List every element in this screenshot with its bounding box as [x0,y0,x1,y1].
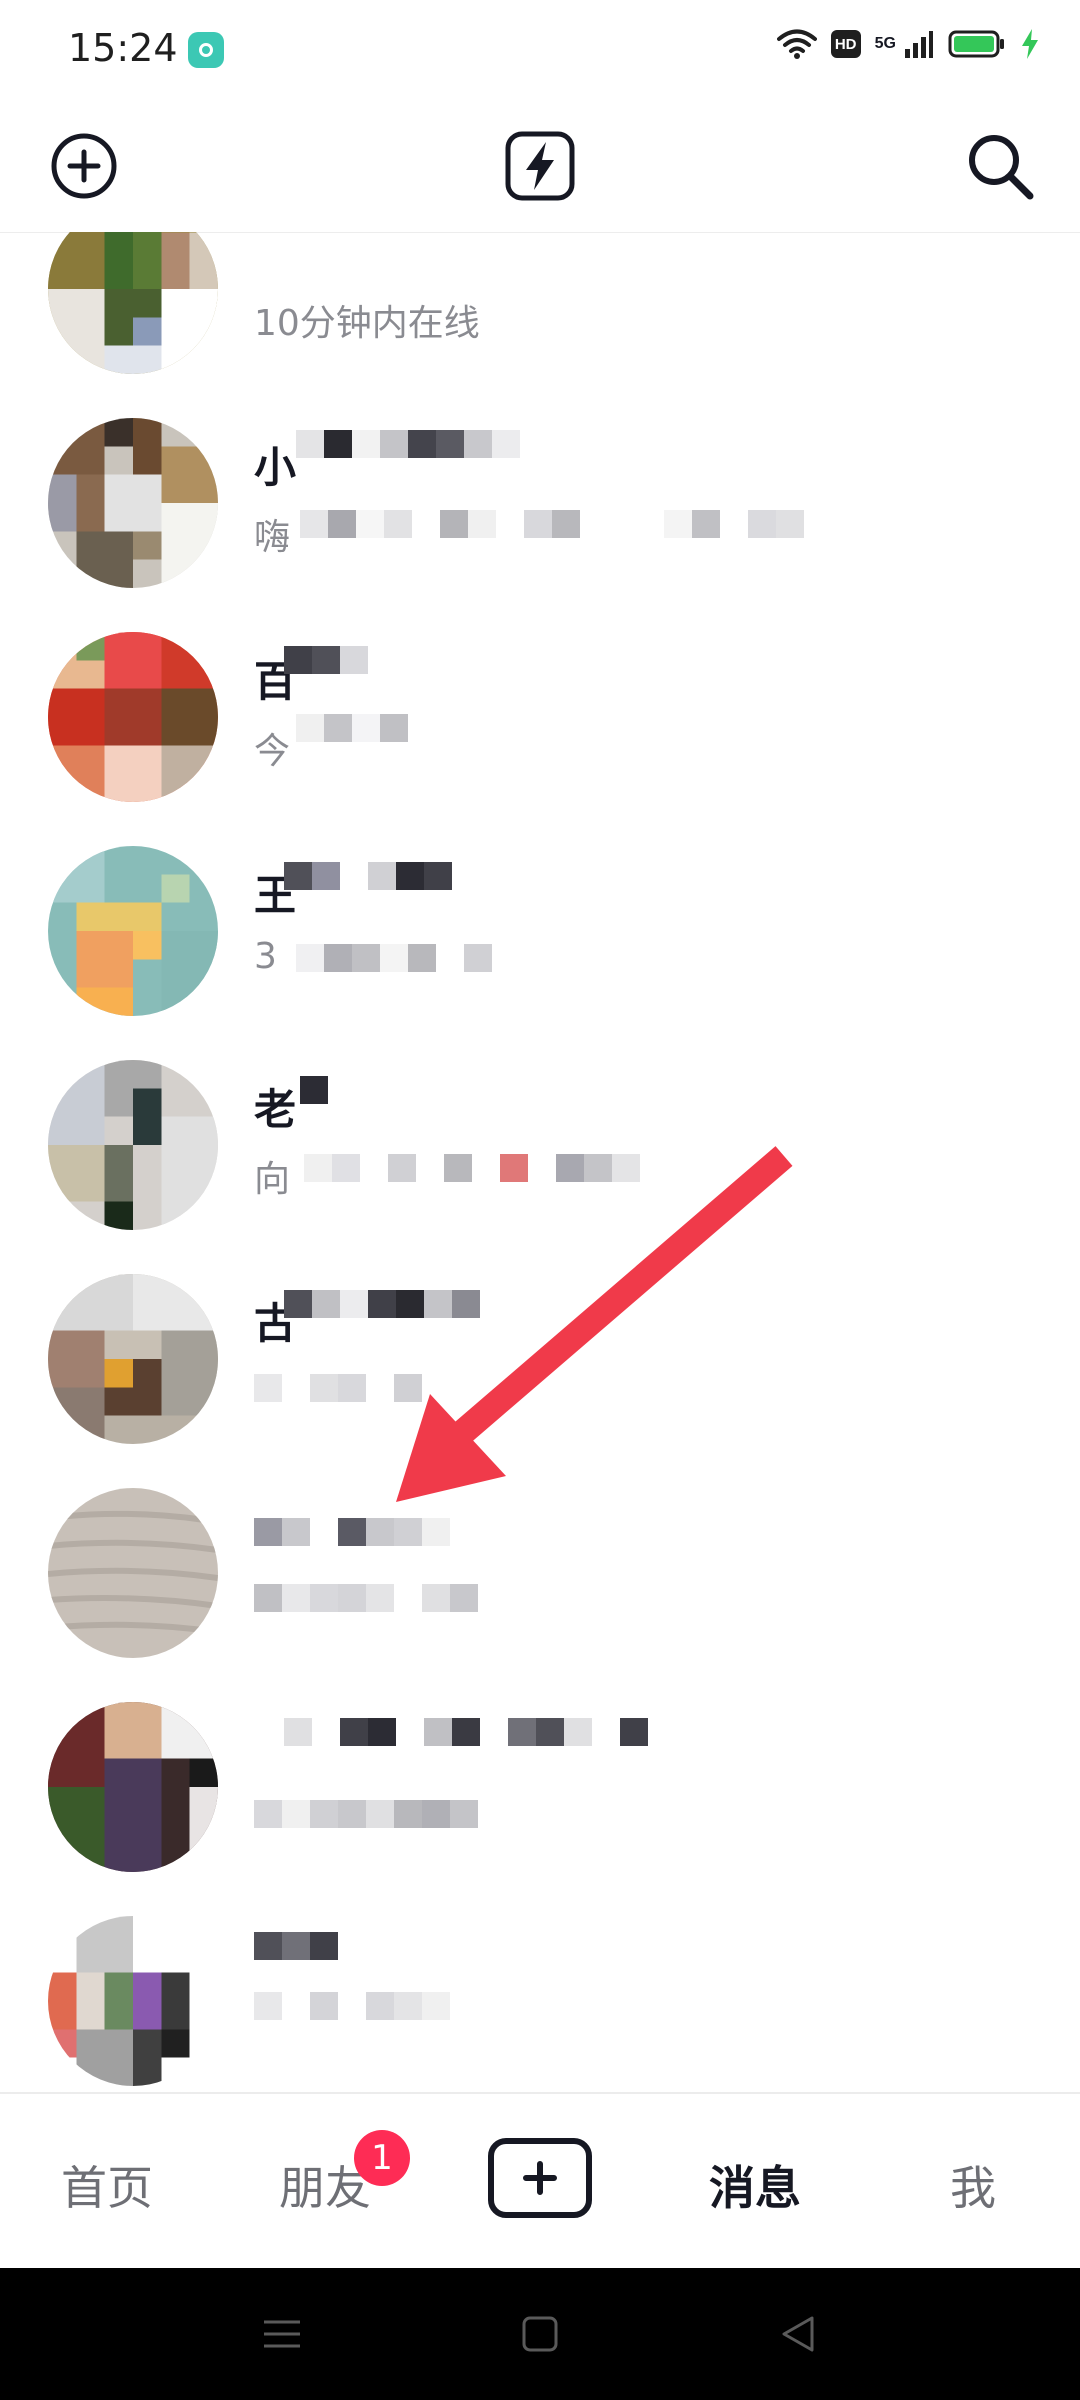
redacted-text [254,1518,450,1546]
wifi-icon [776,29,817,59]
chat-list-item[interactable]: 老 向 [0,1018,1080,1232]
add-friend-icon[interactable] [48,130,120,202]
status-icons: HD 5G [776,28,1040,60]
redacted-text [304,1154,640,1182]
chat-name: 老 [254,1085,297,1134]
plus-icon [523,2161,557,2195]
chat-list-item[interactable]: 王 3 [0,804,1080,1018]
avatar [48,418,218,588]
redacted-text [296,944,492,972]
chat-list-item[interactable] [0,1660,1080,1874]
chat-list-item[interactable] [0,1874,1080,2088]
avatar [48,1488,218,1658]
chat-list-item[interactable]: 百 今 [0,590,1080,804]
chat-subtitle: 今 [254,731,291,772]
avatar [48,1060,218,1230]
redacted-text [296,714,408,742]
tab-home[interactable]: 首页 [22,2152,192,2218]
chat-name: 小 [254,443,297,492]
redacted-text [284,1718,648,1746]
charging-icon [1022,29,1038,59]
redacted-text [254,1932,338,1960]
redacted-text [300,1076,328,1104]
avatar [48,1274,218,1444]
search-icon[interactable] [964,130,1036,202]
status-bar: 15:24 HD 5G [0,0,1080,100]
avatar [48,632,218,802]
redacted-text [296,430,520,458]
avatar [48,846,218,1016]
friends-notification-badge: 1 [354,2130,410,2186]
chat-subtitle: 3 [254,936,277,977]
app-notification-icon [188,32,224,68]
redacted-text [254,1992,450,2020]
network-type-label: 5G [874,35,896,52]
chat-list-item[interactable] [0,1446,1080,1660]
chat-subtitle: 嗨 [254,517,291,558]
cellular-signal-icon [905,31,933,58]
redacted-text [254,1584,478,1612]
avatar [48,232,218,374]
menu-icon[interactable] [256,2308,308,2360]
flash-icon[interactable] [504,130,576,202]
tab-me[interactable]: 我 [888,2152,1058,2218]
hd-icon: HD [830,30,861,58]
status-time: 15:24 [68,26,178,70]
system-navigation-bar [0,2268,1080,2400]
redacted-text [284,1290,480,1318]
tab-messages[interactable]: 消息 [670,2152,840,2218]
chat-list-item[interactable]: 小 嗨 [0,376,1080,590]
chat-subtitle: 10分钟内在线 [254,303,480,344]
top-bar [0,100,1080,233]
home-square-icon[interactable] [514,2308,566,2360]
chat-subtitle: 向 [254,1159,291,1200]
battery-icon [948,30,1004,58]
bottom-navigation: 首页 朋友 1 消息 我 [0,2092,1080,2270]
back-triangle-icon[interactable] [772,2308,824,2360]
redacted-text [254,1374,422,1402]
chat-list-item[interactable]: 10分钟内在线 [0,232,1080,376]
chat-list: 10分钟内在线 小 嗨 百 今 王 3 老 向 古 [0,232,1080,2092]
redacted-text [284,646,368,674]
avatar [48,1702,218,1872]
avatar [48,1916,218,2086]
create-button[interactable] [488,2138,592,2218]
chat-list-item[interactable]: 古 [0,1232,1080,1446]
redacted-text [300,510,804,538]
redacted-text [254,1800,478,1828]
redacted-text [284,862,452,890]
